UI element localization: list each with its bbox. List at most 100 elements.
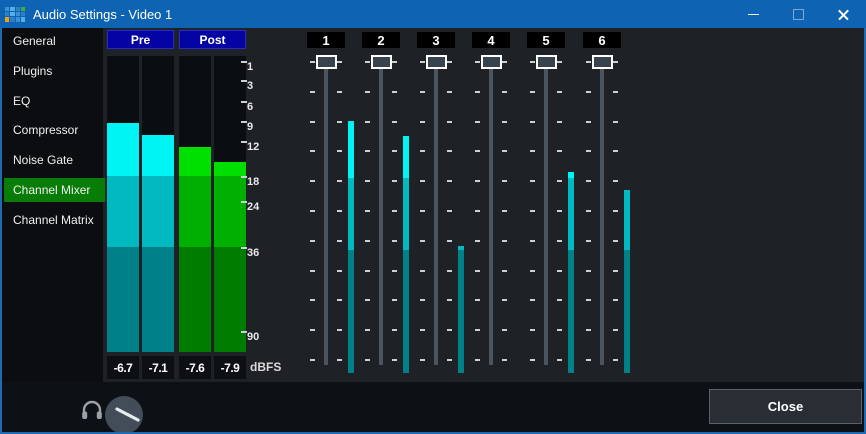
fader-handle-4[interactable] <box>481 55 502 69</box>
fader-tick <box>557 359 562 361</box>
fader-tick <box>613 210 618 212</box>
fader-tick <box>530 270 535 272</box>
fader-tick <box>613 359 618 361</box>
fader-tick <box>310 150 315 152</box>
fader-tick <box>337 61 342 63</box>
fader-tick <box>586 299 591 301</box>
fader-tick <box>392 359 397 361</box>
fader-tick <box>447 61 452 63</box>
fader-track-1[interactable] <box>324 62 328 365</box>
fader-track-4[interactable] <box>489 62 493 365</box>
channel-level-meter-1 <box>348 250 354 373</box>
fader-tick <box>420 91 425 93</box>
fader-tick <box>420 240 425 242</box>
pre-meter-bar <box>107 247 139 352</box>
scale-label: 1 <box>247 60 253 74</box>
close-button[interactable]: Close <box>709 389 862 424</box>
fader-track-3[interactable] <box>434 62 438 365</box>
meter-group-header-post: Post <box>179 30 246 49</box>
fader-handle-3[interactable] <box>426 55 447 69</box>
fader-tick <box>530 61 535 63</box>
fader-tick <box>337 210 342 212</box>
fader-tick <box>530 359 535 361</box>
fader-tick <box>530 210 535 212</box>
channel-level-meter-6 <box>624 250 630 373</box>
fader-tick <box>502 121 507 123</box>
post-meter-bar <box>214 176 246 247</box>
fader-tick <box>420 180 425 182</box>
scale-label: 12 <box>247 140 259 154</box>
fader-tick <box>502 210 507 212</box>
fader-tick <box>613 150 618 152</box>
post-meter-bar <box>179 247 211 352</box>
fader-tick <box>502 150 507 152</box>
fader-tick <box>613 329 618 331</box>
fader-tick <box>392 329 397 331</box>
fader-tick <box>530 91 535 93</box>
fader-tick <box>365 91 370 93</box>
fader-tick <box>392 240 397 242</box>
fader-tick <box>613 180 618 182</box>
fader-tick <box>392 150 397 152</box>
fader-handle-2[interactable] <box>371 55 392 69</box>
fader-tick <box>586 61 591 63</box>
fader-tick <box>613 270 618 272</box>
fader-tick <box>586 150 591 152</box>
fader-tick <box>365 180 370 182</box>
fader-tick <box>530 240 535 242</box>
fader-tick <box>502 180 507 182</box>
fader-tick <box>392 61 397 63</box>
fader-tick <box>475 210 480 212</box>
fader-tick <box>365 240 370 242</box>
fader-tick <box>586 180 591 182</box>
fader-tick <box>475 240 480 242</box>
fader-tick <box>475 61 480 63</box>
meter-group-header-pre: Pre <box>107 30 174 49</box>
monitor-volume-knob[interactable] <box>102 393 146 434</box>
fader-handle-1[interactable] <box>316 55 337 69</box>
fader-tick <box>365 270 370 272</box>
channel-level-meter-1 <box>348 178 354 250</box>
fader-tick <box>392 180 397 182</box>
fader-tick <box>392 270 397 272</box>
window-border-left <box>0 28 2 434</box>
fader-tick <box>310 180 315 182</box>
channel-header-1: 1 <box>307 32 345 48</box>
scale-label: 3 <box>247 79 253 93</box>
fader-tick <box>502 270 507 272</box>
fader-track-6[interactable] <box>600 62 604 365</box>
post-meter-bar <box>214 162 246 176</box>
fader-handle-6[interactable] <box>592 55 613 69</box>
post-meter-bar <box>214 247 246 352</box>
fader-track-5[interactable] <box>544 62 548 365</box>
pre-meter-bar <box>107 123 139 176</box>
fader-tick <box>337 240 342 242</box>
fader-tick <box>310 91 315 93</box>
fader-tick <box>557 270 562 272</box>
fader-tick <box>557 91 562 93</box>
fader-tick <box>475 150 480 152</box>
fader-tick <box>447 180 452 182</box>
fader-tick <box>613 121 618 123</box>
scale-label: 9 <box>247 120 253 134</box>
audio-settings-window: GeneralPluginsEQCompressorNoise GateChan… <box>0 0 866 434</box>
fader-tick <box>310 299 315 301</box>
fader-tick <box>420 121 425 123</box>
post-meter-bar <box>179 176 211 247</box>
pre-meter-bar <box>142 247 174 352</box>
fader-tick <box>310 210 315 212</box>
scale-label: 6 <box>247 100 253 114</box>
fader-tick <box>557 121 562 123</box>
fader-handle-5[interactable] <box>536 55 557 69</box>
fader-track-2[interactable] <box>379 62 383 365</box>
fader-tick <box>447 270 452 272</box>
fader-tick <box>475 121 480 123</box>
fader-tick <box>337 299 342 301</box>
fader-tick <box>365 121 370 123</box>
fader-tick <box>557 150 562 152</box>
channel-level-meter-2 <box>403 178 409 250</box>
fader-tick <box>365 329 370 331</box>
fader-tick <box>420 329 425 331</box>
meter-readout-pre-0: -6.7 <box>107 356 139 379</box>
fader-tick <box>586 240 591 242</box>
